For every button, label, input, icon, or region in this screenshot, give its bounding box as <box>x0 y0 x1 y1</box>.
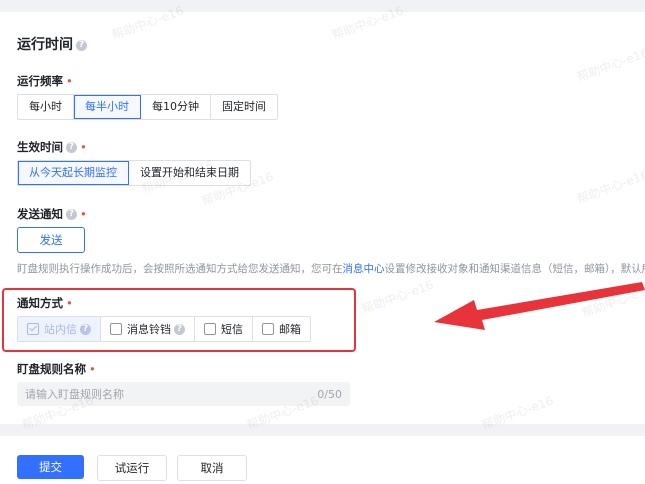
hint-text-before: 盯盘规则执行操作成功后，会按照所选通知方式给您发送通知，您可在 <box>17 263 343 275</box>
rule-name-label: 盯盘规则名称 • <box>17 361 96 377</box>
cancel-button[interactable]: 取消 <box>177 455 247 481</box>
help-icon[interactable]: ? <box>66 142 77 153</box>
required-mark: • <box>89 362 96 376</box>
notification-hint: 盯盘规则执行操作成功后，会按照所选通知方式给您发送通知，您可在消息中心设置修改接… <box>17 261 645 276</box>
help-icon[interactable]: ? <box>174 323 185 335</box>
trial-run-button[interactable]: 试运行 <box>97 455 167 481</box>
frequency-label-text: 运行频率 <box>17 74 63 88</box>
required-mark: • <box>66 74 73 88</box>
send-button[interactable]: 发送 <box>17 227 85 253</box>
notify-method-label: 通知方式 • <box>17 295 73 311</box>
notify-option-inbox-label: 站内信 <box>44 323 77 336</box>
checkbox[interactable] <box>262 323 274 335</box>
checkbox[interactable] <box>110 323 122 335</box>
notify-option-email[interactable]: 邮箱 <box>253 317 310 341</box>
notify-method-label-text: 通知方式 <box>17 296 63 310</box>
notify-option-sms-label: 短信 <box>221 323 243 336</box>
notify-option-email-label: 邮箱 <box>279 323 301 336</box>
effective-option-date-range[interactable]: 设置开始和结束日期 <box>129 161 250 185</box>
section-title: 运行时间? <box>17 34 87 54</box>
help-icon[interactable]: ? <box>76 39 87 51</box>
frequency-option-hourly[interactable]: 每小时 <box>18 95 74 119</box>
effective-option-long-term[interactable]: 从今天起长期监控 <box>18 161 129 185</box>
send-notification-label: 发送通知? • <box>17 206 87 222</box>
form-card <box>0 12 645 424</box>
effective-time-selector: 从今天起长期监控 设置开始和结束日期 <box>17 160 251 186</box>
notify-method-group: 站内信 ? 消息铃铛 ? 短信 邮箱 <box>17 316 311 342</box>
message-center-link[interactable]: 消息中心 <box>343 263 385 275</box>
frequency-option-half-hour[interactable]: 每半小时 <box>74 95 141 119</box>
required-mark: • <box>66 296 73 310</box>
notify-option-sms[interactable]: 短信 <box>195 317 253 341</box>
hint-text-after: 设置修改接收对象和通知渠道信息（短信，邮箱），默认所有对象可接收。 <box>384 263 645 275</box>
notify-option-bell[interactable]: 消息铃铛 ? <box>101 317 195 341</box>
section-title-text: 运行时间 <box>17 37 73 53</box>
effective-time-label-text: 生效时间 <box>17 140 63 154</box>
send-notification-label-text: 发送通知 <box>17 207 63 221</box>
notify-option-bell-label: 消息铃铛 <box>127 323 171 336</box>
frequency-option-10min[interactable]: 每10分钟 <box>141 95 211 119</box>
submit-button[interactable]: 提交 <box>17 455 84 479</box>
char-counter: 0/50 <box>317 387 342 401</box>
annotation-arrow-icon <box>434 282 645 330</box>
checkbox[interactable] <box>204 323 216 335</box>
frequency-selector: 每小时 每半小时 每10分钟 固定时间 <box>17 94 278 120</box>
help-icon[interactable]: ? <box>66 209 77 220</box>
rule-name-placeholder: 请输入盯盘规则名称 <box>25 388 124 401</box>
help-icon[interactable]: ? <box>80 323 91 335</box>
rule-name-label-text: 盯盘规则名称 <box>17 362 86 376</box>
frequency-option-fixed[interactable]: 固定时间 <box>211 95 277 119</box>
rule-name-input[interactable]: 请输入盯盘规则名称 0/50 <box>17 382 350 406</box>
required-mark: • <box>80 207 87 221</box>
required-mark: • <box>80 140 87 154</box>
checkbox-checked <box>27 323 39 335</box>
frequency-label: 运行频率 • <box>17 73 73 89</box>
effective-time-label: 生效时间? • <box>17 139 87 155</box>
notify-option-inbox: 站内信 ? <box>18 317 101 341</box>
